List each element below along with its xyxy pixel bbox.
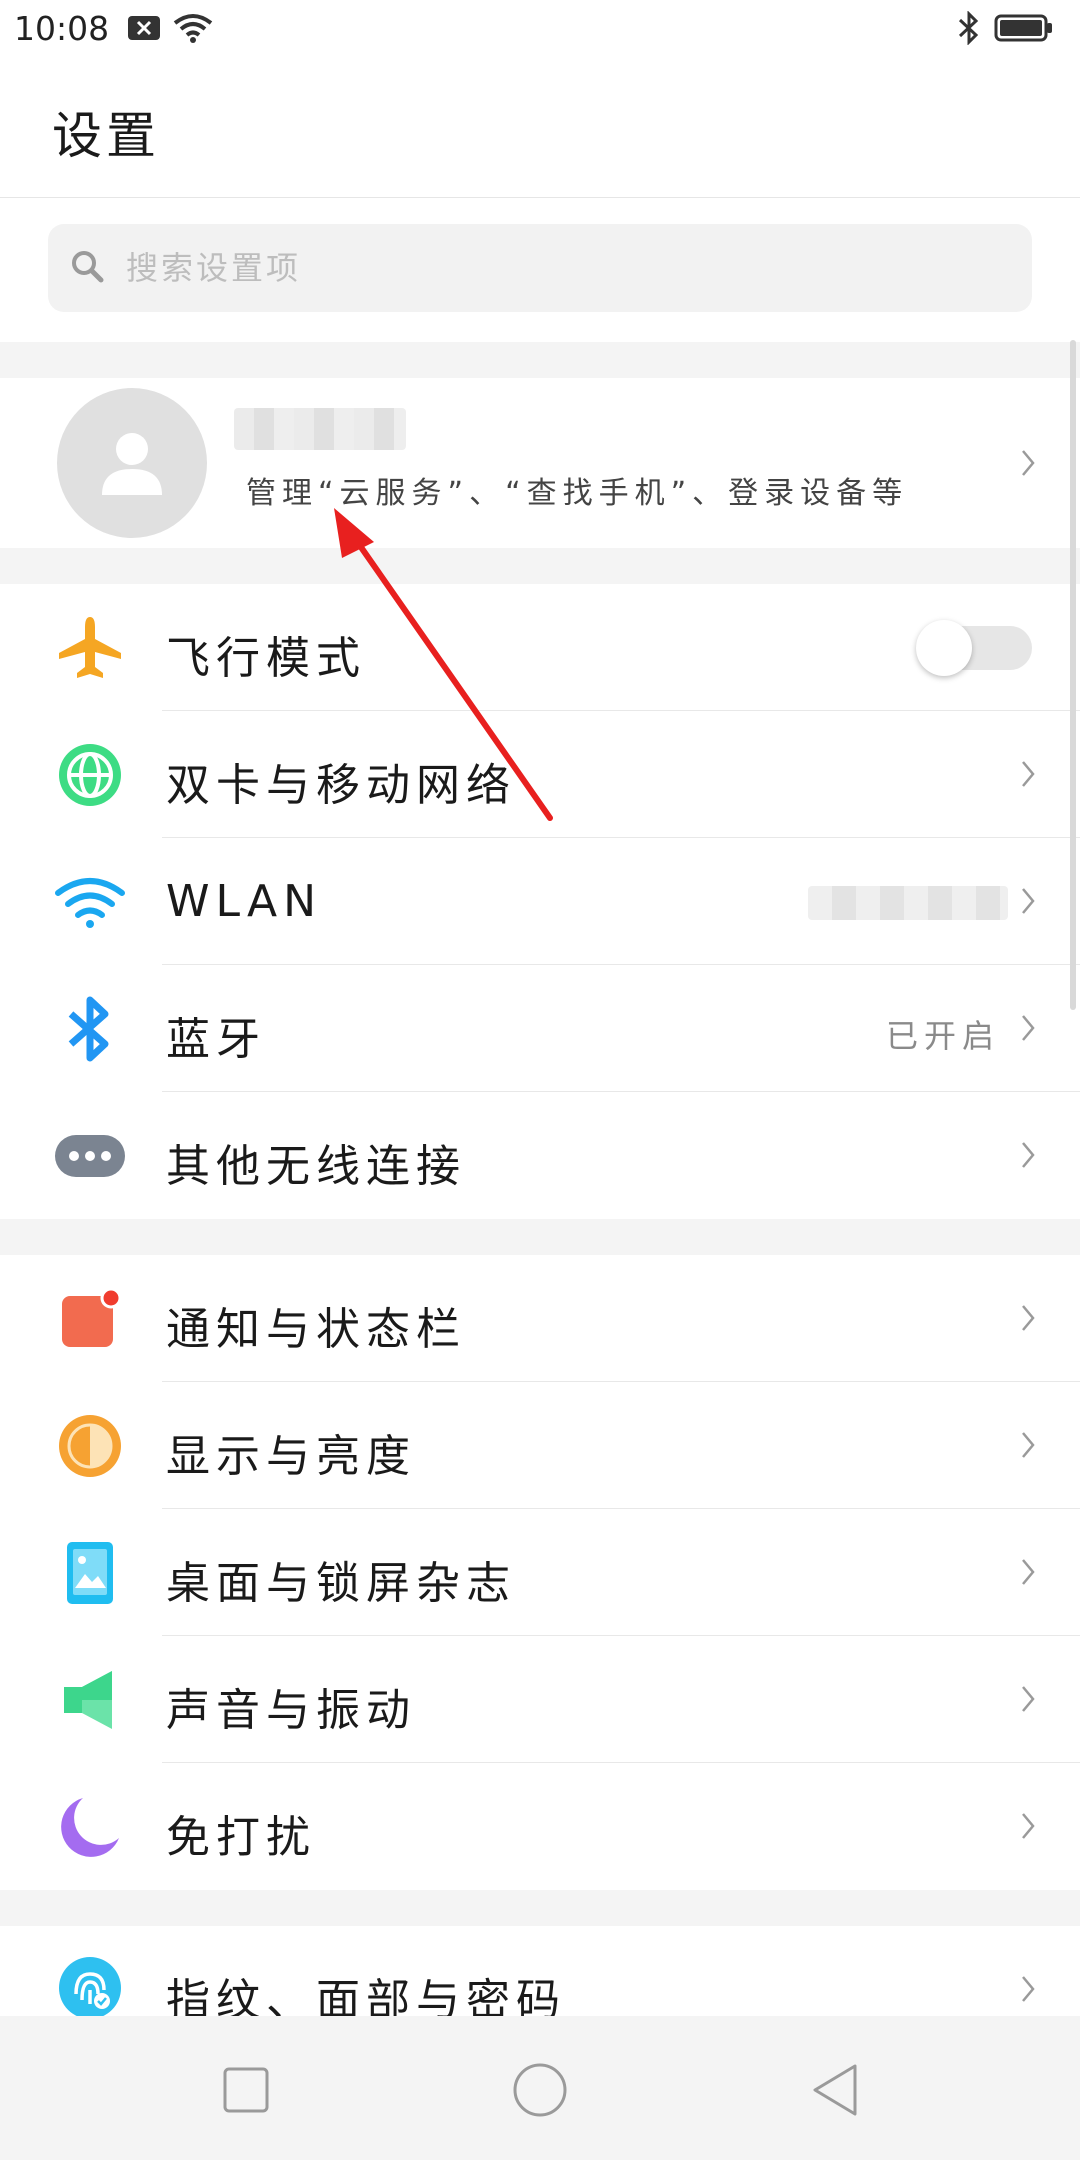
recents-square-icon[interactable] (216, 2060, 276, 2120)
brightness-icon (54, 1410, 126, 1482)
settings-item-label: 显示与亮度 (166, 1431, 416, 1482)
settings-item-label: 声音与振动 (166, 1685, 416, 1736)
notification-icon (54, 1283, 126, 1355)
settings-item-bluetooth[interactable]: 蓝牙 已开启 (0, 965, 1080, 1092)
settings-item-label: WLAN (166, 876, 323, 927)
airplane-icon (54, 612, 126, 684)
search-box[interactable] (48, 224, 1032, 312)
battery-icon (994, 13, 1054, 43)
avatar (57, 388, 207, 538)
header: 设置 (0, 56, 1080, 198)
status-time: 10:08 (14, 8, 110, 48)
toggle-knob (916, 620, 972, 676)
back-triangle-icon[interactable] (805, 2060, 865, 2120)
navigation-bar (0, 2016, 1080, 2160)
page-title: 设置 (52, 107, 160, 165)
settings-item-wlan[interactable]: WLAN (0, 838, 1080, 965)
settings-item-label: 蓝牙 (166, 1014, 266, 1065)
settings-item-label: 双卡与移动网络 (166, 760, 516, 811)
fingerprint-icon (54, 1952, 126, 2024)
user-icon (102, 433, 162, 495)
settings-item-label: 飞行模式 (166, 633, 366, 684)
notification-x-icon (127, 15, 161, 41)
speaker-icon (54, 1664, 126, 1736)
account-row[interactable]: 管理“云服务”、“查找手机”、登录设备等 (0, 378, 1080, 548)
account-name-blurred (234, 408, 406, 450)
chevron-right-icon (1022, 1813, 1035, 1839)
chevron-right-icon (1022, 1559, 1035, 1585)
chevron-right-icon (1022, 450, 1035, 476)
search-input[interactable] (124, 248, 988, 288)
section-gap (0, 1219, 1080, 1255)
chevron-right-icon (1022, 1432, 1035, 1458)
airplane-mode-toggle[interactable] (916, 620, 1032, 676)
section-gap (0, 548, 1080, 584)
settings-item-do-not-disturb[interactable]: 免打扰 (0, 1763, 1080, 1890)
settings-item-dual-sim[interactable]: 双卡与移动网络 (0, 711, 1080, 838)
chevron-right-icon (1022, 1142, 1035, 1168)
chevron-right-icon (1022, 761, 1035, 787)
bluetooth-icon (956, 11, 982, 45)
settings-item-wallpaper[interactable]: 桌面与锁屏杂志 (0, 1509, 1080, 1636)
wifi-icon (173, 13, 213, 43)
section-gap (0, 1890, 1080, 1926)
moon-icon (54, 1791, 126, 1863)
wallpaper-icon (54, 1537, 126, 1609)
wifi-icon (54, 866, 126, 938)
chevron-right-icon (1022, 1305, 1035, 1331)
status-bar: 10:08 (0, 0, 1080, 56)
globe-icon (54, 739, 126, 811)
account-subtitle: 管理“云服务”、“查找手机”、登录设备等 (246, 476, 909, 511)
search-icon (70, 249, 104, 287)
search-section (0, 198, 1080, 342)
chevron-right-icon (1022, 888, 1035, 914)
chevron-right-icon (1022, 1976, 1035, 2002)
section-gap (0, 342, 1080, 378)
chevron-right-icon (1022, 1015, 1035, 1041)
settings-item-other-wireless[interactable]: 其他无线连接 (0, 1092, 1080, 1219)
settings-item-display[interactable]: 显示与亮度 (0, 1382, 1080, 1509)
scrollbar[interactable] (1070, 340, 1076, 1010)
settings-item-notifications[interactable]: 通知与状态栏 (0, 1255, 1080, 1382)
settings-item-label: 桌面与锁屏杂志 (166, 1558, 516, 1609)
bluetooth-icon (54, 993, 126, 1065)
settings-item-airplane-mode[interactable]: 飞行模式 (0, 584, 1080, 711)
home-circle-icon[interactable] (510, 2060, 570, 2120)
more-dots-icon (54, 1120, 126, 1192)
bluetooth-status: 已开启 (885, 1017, 1000, 1055)
settings-item-label: 通知与状态栏 (166, 1304, 466, 1355)
wlan-network-blurred (808, 886, 1008, 920)
settings-item-sound[interactable]: 声音与振动 (0, 1636, 1080, 1763)
settings-item-label: 其他无线连接 (166, 1141, 466, 1192)
settings-item-label: 免打扰 (166, 1812, 316, 1863)
chevron-right-icon (1022, 1686, 1035, 1712)
